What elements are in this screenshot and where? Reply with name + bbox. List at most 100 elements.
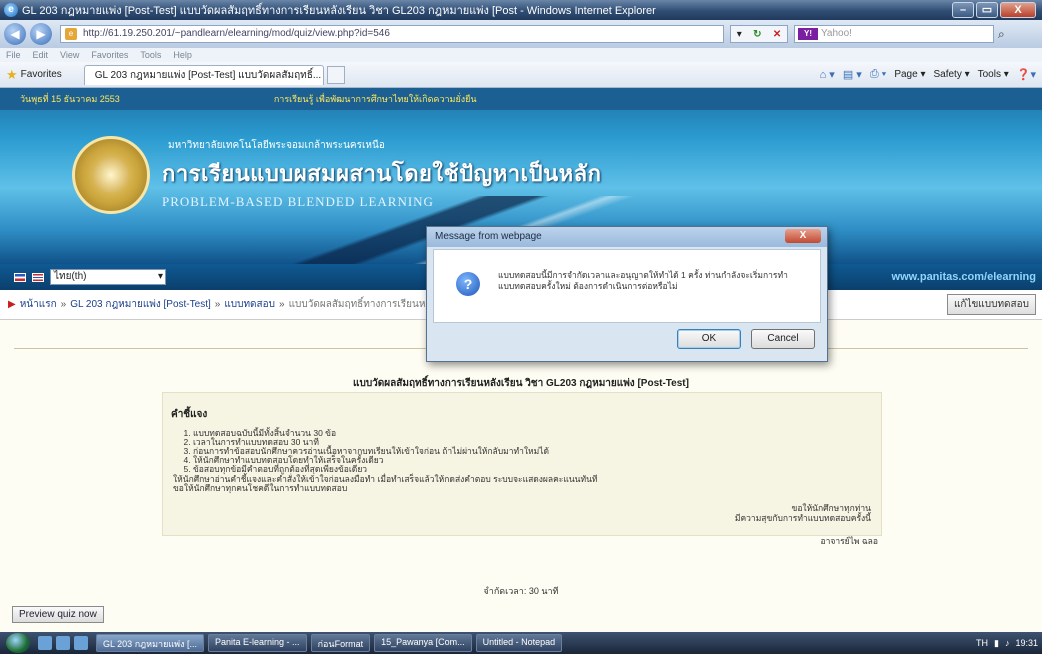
breadcrumb-home[interactable]: หน้าแรก: [20, 297, 57, 312]
taskbar-item-ie[interactable]: GL 203 กฎหมายแพ่ง [...: [96, 634, 205, 652]
dialog-buttons: OK Cancel: [667, 329, 815, 349]
university-seal-logo: [72, 136, 150, 214]
new-tab-button[interactable]: [326, 65, 345, 84]
teacher-name: อาจารย์ไพ ฉลอ: [820, 536, 878, 546]
question-icon: ?: [456, 272, 480, 296]
star-icon: ★: [6, 66, 18, 82]
url-input[interactable]: e http://61.19.250.201/~pandlearn/elearn…: [60, 25, 724, 43]
favorites-label: Favorites: [20, 69, 62, 80]
quiz-title: แบบวัดผลสัมฤทธิ์ทางการเรียนหลังเรียน วิช…: [353, 378, 689, 389]
quicklaunch-desktop-icon[interactable]: [56, 636, 70, 650]
address-bar: ◀ ▶ e http://61.19.250.201/~pandlearn/el…: [0, 20, 1042, 48]
url-controls: ▾ ↻ ✕: [730, 25, 788, 43]
menu-view[interactable]: View: [60, 50, 79, 60]
time-limit: จำกัดเวลา: 30 นาที: [483, 586, 559, 596]
page-menu[interactable]: Page ▾: [894, 69, 925, 80]
back-button[interactable]: ◀: [4, 23, 26, 45]
tools-menu[interactable]: Tools ▾: [978, 69, 1009, 80]
tab-title: GL 203 กฎหมายแพ่ง [Post-Test] แบบวัดผลสั…: [94, 69, 322, 81]
extra-note: ขอให้นักศึกษาทุกคนโชคดีในการทำแบบทดสอบ: [173, 483, 348, 493]
favorites-bar: ★ Favorites GL 203 กฎหมายแพ่ง [Post-Test…: [0, 62, 1042, 88]
menu-edit[interactable]: Edit: [33, 50, 49, 60]
menu-help[interactable]: Help: [173, 50, 192, 60]
home-icon[interactable]: ⌂ ▾: [820, 68, 835, 81]
url-text: http://61.19.250.201/~pandlearn/elearnin…: [83, 28, 390, 39]
window-titlebar: e GL 203 กฎหมายแพ่ง [Post-Test] แบบวัดผล…: [0, 0, 1042, 20]
menu-tools[interactable]: Tools: [140, 50, 161, 60]
breadcrumb-arrow-icon: ▶: [8, 299, 16, 310]
taskbar-item-panita[interactable]: Panita E-learning - ...: [208, 634, 307, 652]
sign-line: มีความสุขกับการทำแบบทดสอบครั้งนี้: [734, 513, 871, 523]
command-bar: ⌂ ▾ ▤ ▾ ⎙ ▾ Page ▾ Safety ▾ Tools ▾ ❓▾: [812, 68, 1036, 81]
breadcrumb-separator: »: [214, 299, 221, 310]
signature-block: ขอให้นักศึกษาทุกท่าน มีความสุขกับการทำแบ…: [735, 503, 871, 523]
tray-network-icon[interactable]: ▮: [994, 638, 999, 649]
quick-launch: [38, 636, 92, 650]
close-button[interactable]: X: [1000, 2, 1036, 18]
quiz-intro-box: คำชี้แจง แบบทดสอบฉบับนี้มีทั้งสิ้นจำนวน …: [162, 392, 882, 536]
ok-button[interactable]: OK: [677, 329, 741, 349]
menu-bar: File Edit View Favorites Tools Help: [0, 48, 1042, 62]
dropdown-icon[interactable]: ▾: [737, 29, 742, 40]
search-input[interactable]: Y! Yahoo!: [794, 25, 994, 43]
yahoo-icon: Y!: [798, 28, 818, 40]
window-title: GL 203 กฎหมายแพ่ง [Post-Test] แบบวัดผลสั…: [22, 5, 656, 17]
taskbar-item-folder[interactable]: ก่อนFormat: [310, 634, 371, 652]
maximize-button[interactable]: ▭: [976, 2, 998, 18]
instructions-heading: คำชี้แจง: [171, 409, 208, 420]
tray-language[interactable]: TH: [976, 638, 988, 648]
language-selector-group: ไทย(th): [14, 269, 166, 285]
ie-icon: e: [4, 3, 18, 17]
system-tray: TH ▮ ♪ 19:31: [970, 638, 1038, 649]
start-button[interactable]: [6, 633, 30, 653]
tray-clock[interactable]: 19:31: [1015, 638, 1038, 648]
minimize-button[interactable]: –: [952, 2, 974, 18]
cancel-button[interactable]: Cancel: [751, 329, 815, 349]
breadcrumb-quizzes[interactable]: แบบทดสอบ: [224, 297, 275, 312]
tray-volume-icon[interactable]: ♪: [1005, 638, 1010, 648]
banner-date: วันพุธที่ 15 ธันวาคม 2553: [20, 94, 120, 104]
message-dialog: Message from webpage X ? แบบทดสอบนี้มีกา…: [426, 226, 828, 362]
taskbar-item-notepad[interactable]: Untitled - Notepad: [475, 634, 563, 652]
site-url[interactable]: www.panitas.com/elearning: [892, 271, 1036, 283]
refresh-icon[interactable]: ↻: [753, 29, 761, 40]
dialog-body: ? แบบทดสอบนี้มีการจำกัดเวลาและอนุญาตให้ท…: [433, 249, 821, 323]
site-title-thai: การเรียนแบบผสมผสานโดยใช้ปัญหาเป็นหลัก: [162, 161, 602, 186]
quicklaunch-ie-icon[interactable]: [38, 636, 52, 650]
print-icon[interactable]: ⎙ ▾: [870, 68, 886, 81]
browser-tab[interactable]: GL 203 กฎหมายแพ่ง [Post-Test] แบบวัดผลสั…: [83, 64, 324, 85]
sign-line: ขอให้นักศึกษาทุกท่าน: [791, 503, 871, 513]
extra-notes: ให้นักศึกษาอ่านคำชี้แจงและคำสั่งให้เข้าใ…: [173, 475, 598, 493]
taskbar: GL 203 กฎหมายแพ่ง [... Panita E-learning…: [0, 632, 1042, 654]
dialog-titlebar: Message from webpage X: [427, 227, 827, 247]
menu-favorites[interactable]: Favorites: [91, 50, 128, 60]
page-icon: e: [65, 28, 77, 40]
help-icon[interactable]: ❓▾: [1017, 68, 1036, 81]
banner-headline: การเรียนรู้ เพื่อพัฒนาการศึกษาไทยให้เกิด…: [273, 94, 477, 104]
forward-button[interactable]: ▶: [30, 23, 52, 45]
taskbar-item-word[interactable]: 15_Pawanya [Com...: [374, 634, 472, 652]
search-icon[interactable]: ⌕: [998, 27, 1005, 42]
instruction-item: ข้อสอบทุกข้อมีคำตอบที่ถูกต้องที่สุดเพียง…: [193, 465, 549, 474]
instructions-list: แบบทดสอบฉบับนี้มีทั้งสิ้นจำนวน 30 ข้อ เว…: [193, 429, 549, 474]
search-placeholder: Yahoo!: [821, 28, 852, 39]
stop-icon[interactable]: ✕: [773, 29, 781, 40]
main-content: แบบวัดผลสัมฤทธิ์ทางการเรียนหลังเรียน วิช…: [0, 320, 1042, 632]
preview-quiz-button[interactable]: Preview quiz now: [12, 606, 104, 623]
banner-top-row: วันพุธที่ 15 ธันวาคม 2553 การเรียนรู้ เพ…: [0, 88, 1042, 110]
dialog-title: Message from webpage: [435, 231, 542, 242]
quicklaunch-switch-icon[interactable]: [74, 636, 88, 650]
university-name: มหาวิทยาลัยเทคโนโลยีพระจอมเกล้าพระนครเหน…: [168, 140, 385, 151]
dialog-message: แบบทดสอบนี้มีการจำกัดเวลาและอนุญาตให้ทำไ…: [498, 270, 788, 291]
breadcrumb-course[interactable]: GL 203 กฎหมายแพ่ง [Post-Test]: [70, 297, 211, 312]
window-controls: – ▭ X: [950, 2, 1036, 18]
feeds-icon[interactable]: ▤ ▾: [843, 68, 862, 81]
favorites-button[interactable]: ★ Favorites: [6, 67, 62, 83]
thai-flag-icon[interactable]: [14, 272, 26, 282]
language-select[interactable]: ไทย(th): [50, 269, 166, 285]
english-flag-icon[interactable]: [32, 272, 44, 282]
update-quiz-button[interactable]: แก้ไขแบบทดสอบ: [946, 294, 1036, 315]
menu-file[interactable]: File: [6, 50, 21, 60]
safety-menu[interactable]: Safety ▾: [933, 69, 969, 80]
dialog-close-icon[interactable]: X: [785, 229, 821, 243]
